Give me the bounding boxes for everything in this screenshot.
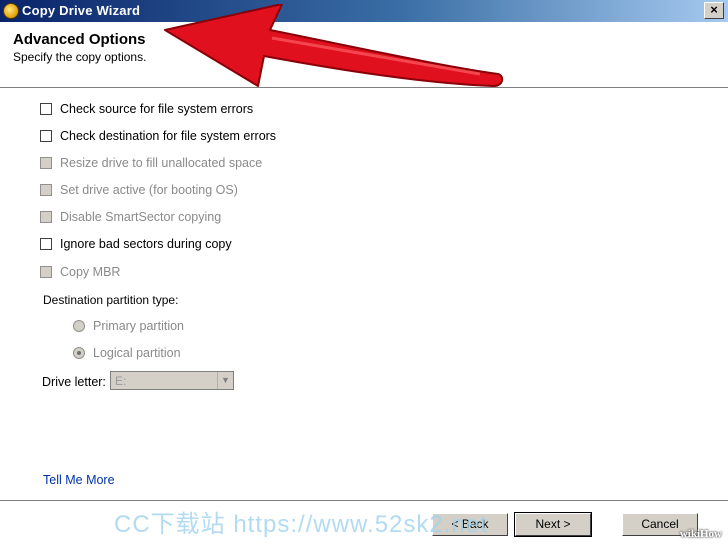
logical-partition-radio: Logical partition — [73, 345, 181, 361]
checkbox-box[interactable] — [40, 130, 52, 142]
copy-mbr-checkbox: Copy MBR — [40, 264, 120, 280]
close-button[interactable]: × — [704, 2, 724, 19]
checkbox-box[interactable] — [40, 103, 52, 115]
primary-partition-radio: Primary partition — [73, 318, 184, 334]
checkbox-box[interactable] — [40, 238, 52, 250]
footer-divider — [0, 500, 728, 502]
check-destination-checkbox[interactable]: Check destination for file system errors — [40, 128, 276, 144]
checkbox-box — [40, 184, 52, 196]
next-button[interactable]: Next > — [514, 512, 592, 537]
option-label: Resize drive to fill unallocated space — [60, 156, 263, 170]
radio-label: Primary partition — [93, 319, 184, 333]
option-label: Copy MBR — [60, 265, 121, 279]
drive-letter-value: E: — [115, 374, 127, 388]
option-label: Check destination for file system errors — [60, 129, 277, 143]
drive-letter-select: E: ▼ — [110, 371, 234, 390]
radio-label: Logical partition — [93, 346, 181, 360]
tell-me-more-link[interactable]: Tell Me More — [43, 473, 115, 487]
window-title: Copy Drive Wizard — [22, 3, 141, 18]
red-arrow-icon — [164, 4, 504, 87]
checkbox-box — [40, 157, 52, 169]
set-drive-active-checkbox: Set drive active (for booting OS) — [40, 182, 238, 198]
disable-smartsector-checkbox: Disable SmartSector copying — [40, 209, 221, 225]
radio-circle — [73, 320, 85, 332]
checkbox-box — [40, 211, 52, 223]
option-label: Disable SmartSector copying — [60, 210, 222, 224]
resize-drive-checkbox: Resize drive to fill unallocated space — [40, 155, 262, 171]
option-label: Ignore bad sectors during copy — [60, 237, 232, 251]
partition-type-label: Destination partition type: — [43, 293, 179, 307]
close-icon: × — [710, 2, 718, 17]
wizard-app-icon — [3, 3, 19, 19]
checkbox-box — [40, 266, 52, 278]
page-title: Advanced Options — [13, 31, 146, 48]
chevron-down-icon: ▼ — [217, 372, 233, 389]
radio-circle-selected — [73, 347, 85, 359]
drive-letter-label: Drive letter: — [42, 375, 106, 389]
ignore-bad-sectors-checkbox[interactable]: Ignore bad sectors during copy — [40, 236, 232, 252]
watermark-text: CC下载站 https://www.52sk2.net — [114, 511, 488, 538]
page-subtitle: Specify the copy options. — [13, 50, 147, 64]
option-label: Set drive active (for booting OS) — [60, 183, 238, 197]
wikihow-logo: wikiHow — [679, 528, 722, 540]
